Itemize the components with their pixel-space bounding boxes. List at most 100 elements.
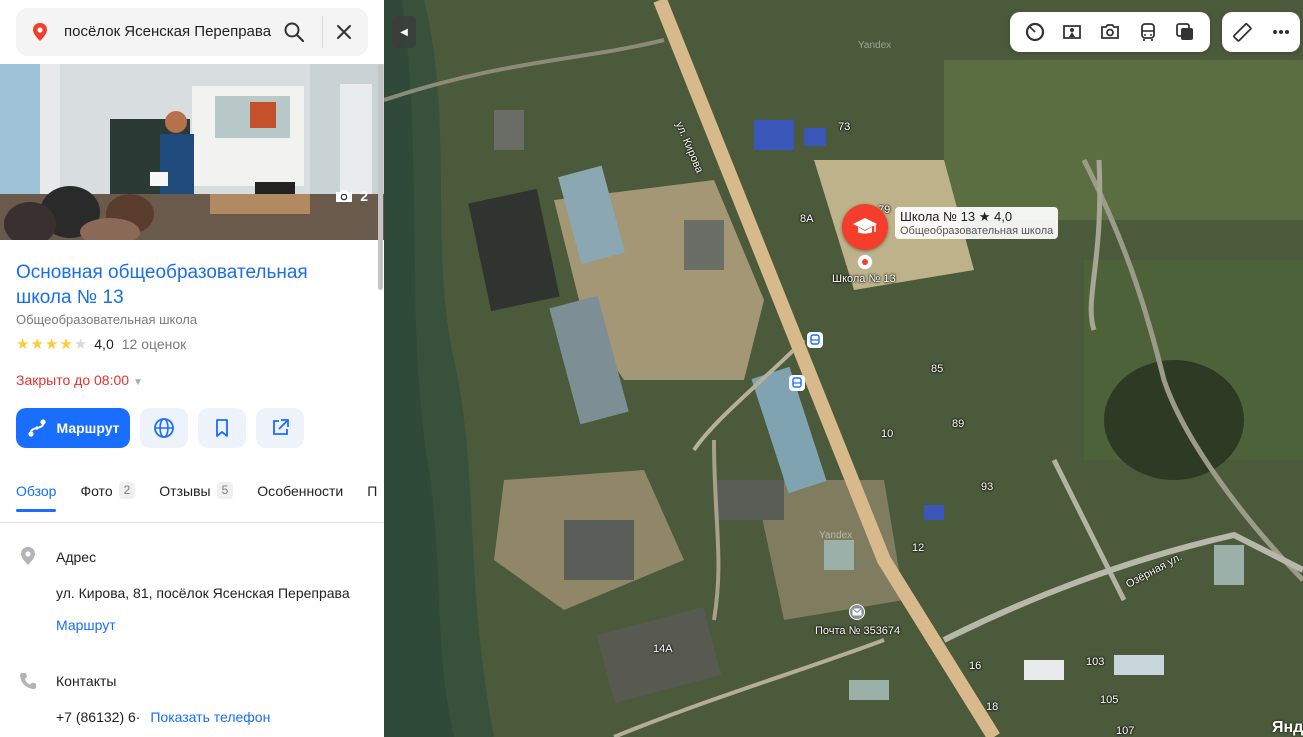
layers-button[interactable] bbox=[1171, 18, 1199, 46]
house-number: 103 bbox=[1086, 656, 1105, 668]
collapse-panel-button[interactable]: ◀ bbox=[392, 16, 416, 48]
house-number: 18 bbox=[986, 701, 999, 713]
share-button[interactable] bbox=[256, 408, 304, 448]
website-button[interactable] bbox=[140, 408, 188, 448]
search-icon[interactable] bbox=[282, 20, 306, 44]
tab-features[interactable]: Особенности bbox=[257, 482, 343, 512]
rating[interactable]: ★ ★ ★ ★ ★ 4,0 12 оценок bbox=[16, 335, 186, 353]
map-watermark: Yandex bbox=[858, 40, 892, 51]
location-pin-icon bbox=[33, 23, 47, 41]
camera-icon bbox=[336, 190, 353, 202]
photo-count[interactable]: 2 bbox=[334, 188, 368, 204]
house-number: 12 bbox=[912, 542, 925, 554]
star-icon: ★ bbox=[16, 336, 30, 353]
action-buttons: Маршрут bbox=[16, 408, 304, 448]
contacts-heading: Контакты bbox=[56, 673, 117, 689]
place-panel: посёлок Ясенская Переправа 2 Основная об… bbox=[0, 0, 384, 737]
close-icon[interactable] bbox=[332, 20, 356, 44]
school-map-card[interactable]: Школа № 13 ★ 4,0 Общеобразовательная шко… bbox=[895, 207, 1059, 239]
address-text[interactable]: ул. Кирова, 81, посёлок Ясенская Перепра… bbox=[56, 585, 350, 601]
house-number: 93 bbox=[981, 481, 994, 493]
photos-layer-button[interactable] bbox=[1096, 18, 1124, 46]
place-tabs: Обзор Фото 2 Отзывы 5 Особенности П bbox=[16, 482, 377, 512]
house-number: 16 bbox=[969, 660, 982, 672]
address-heading: Адрес bbox=[56, 549, 97, 565]
house-number: 89 bbox=[952, 418, 965, 430]
share-icon bbox=[273, 419, 289, 435]
chevron-down-icon: ▼ bbox=[133, 377, 143, 388]
tab-overview[interactable]: Обзор bbox=[16, 482, 57, 512]
search-bar[interactable]: посёлок Ясенская Переправа bbox=[16, 8, 368, 56]
bookmark-icon bbox=[216, 419, 228, 437]
tab-more[interactable]: П bbox=[367, 482, 377, 512]
panorama-button[interactable] bbox=[1021, 18, 1049, 46]
star-icon: ★ bbox=[59, 336, 73, 353]
phone-icon bbox=[20, 673, 36, 689]
place-title: Основная общеобразовательная школа № 13 bbox=[16, 262, 308, 308]
address-route-link[interactable]: Маршрут bbox=[56, 617, 116, 633]
house-number: 14А bbox=[653, 643, 673, 655]
star-icon: ★ bbox=[44, 336, 59, 353]
school-small-pin-icon[interactable] bbox=[857, 254, 873, 270]
contacts-row: +7 (86132) 6· Показать телефон bbox=[56, 709, 270, 725]
bus-stop-icon[interactable] bbox=[807, 332, 823, 348]
yandex-logo: Янд bbox=[1272, 719, 1303, 736]
panel-scrollbar[interactable] bbox=[378, 64, 383, 290]
bus-stop-icon[interactable] bbox=[789, 375, 805, 391]
post-office-label: Почта № 353674 bbox=[815, 625, 901, 637]
graduation-cap-icon bbox=[853, 218, 877, 234]
hours-status: Закрыто до 08:00 bbox=[16, 372, 130, 388]
place-photo[interactable]: 2 bbox=[0, 64, 384, 240]
more-button[interactable] bbox=[1267, 18, 1295, 46]
mail-icon[interactable] bbox=[849, 604, 865, 620]
ruler-icon bbox=[1232, 23, 1252, 42]
street-view-button[interactable] bbox=[1058, 18, 1086, 46]
search-input[interactable]: посёлок Ясенская Переправа bbox=[64, 8, 271, 56]
map-layers-bar bbox=[1010, 12, 1210, 52]
school-pin-icon[interactable] bbox=[842, 204, 888, 250]
route-button[interactable]: Маршрут bbox=[16, 408, 130, 448]
opening-hours[interactable]: Закрыто до 08:00 ▼ bbox=[16, 372, 143, 388]
tab-label: Особенности bbox=[257, 482, 344, 499]
photo-count-label: 2 bbox=[360, 188, 368, 204]
route-button-label: Маршрут bbox=[56, 420, 120, 436]
bookmark-button[interactable] bbox=[198, 408, 246, 448]
tab-label: Отзывы bbox=[159, 482, 211, 499]
school-card-category: Общеобразовательная школа bbox=[900, 225, 1054, 237]
house-number: 107 bbox=[1116, 725, 1135, 737]
rating-value: 4,0 bbox=[94, 336, 114, 352]
bus-icon bbox=[1140, 23, 1155, 41]
tabs-divider bbox=[0, 522, 384, 523]
classroom-photo bbox=[0, 64, 384, 240]
school-card-name: Школа № 13 ★ 4,0 bbox=[900, 209, 1013, 224]
ruler-button[interactable] bbox=[1228, 18, 1256, 46]
star-icon: ★ bbox=[30, 336, 44, 353]
layers-icon bbox=[1176, 23, 1194, 40]
more-icon bbox=[1272, 30, 1289, 34]
tab-label: Обзор bbox=[16, 482, 57, 499]
location-pin-icon bbox=[21, 547, 35, 565]
satellite-map[interactable]: ◀ ул. Кирова Озёрная ул. 73 79 8А 85 89 … bbox=[384, 0, 1303, 737]
school-map-label: Школа № 13 bbox=[832, 273, 896, 285]
tab-reviews[interactable]: Отзывы 5 bbox=[159, 482, 234, 512]
house-number: 85 bbox=[931, 363, 944, 375]
search-divider bbox=[322, 16, 323, 48]
tab-badge: 5 bbox=[216, 482, 234, 499]
street-view-icon bbox=[1063, 25, 1082, 39]
house-number: 73 bbox=[838, 121, 851, 133]
house-number: 10 bbox=[881, 428, 894, 440]
route-icon bbox=[28, 419, 47, 437]
panorama-icon bbox=[1025, 22, 1044, 42]
map-watermark: Yandex bbox=[819, 530, 853, 541]
rating-count[interactable]: 12 оценок bbox=[122, 336, 187, 352]
tab-photos[interactable]: Фото 2 bbox=[80, 482, 136, 512]
place-category: Общеобразовательная школа bbox=[16, 312, 198, 327]
house-number: 105 bbox=[1100, 694, 1119, 706]
tab-label: Фото bbox=[80, 482, 113, 499]
transit-layer-button[interactable] bbox=[1134, 18, 1162, 46]
camera-icon bbox=[1101, 24, 1119, 39]
star-empty-icon: ★ bbox=[73, 336, 88, 353]
show-phone-link[interactable]: Показать телефон bbox=[150, 709, 270, 725]
map-tools-bar bbox=[1222, 12, 1300, 52]
house-number: 8А bbox=[800, 213, 814, 225]
